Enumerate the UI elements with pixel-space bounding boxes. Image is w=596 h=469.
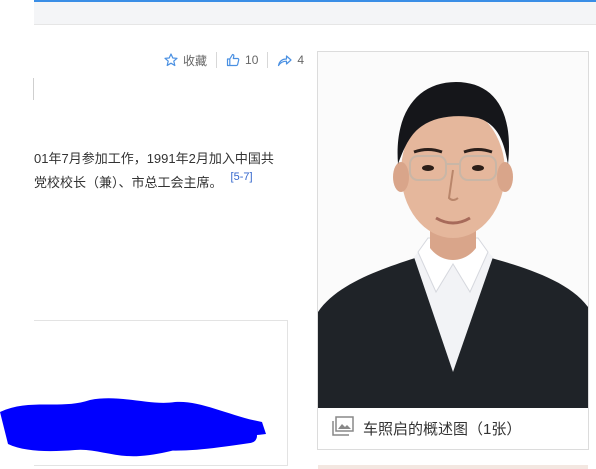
- share-icon: [277, 53, 292, 67]
- divider: [267, 52, 269, 68]
- top-nav-bar: [34, 0, 596, 25]
- portrait-photo[interactable]: [318, 52, 588, 408]
- thumbs-up-icon: [226, 53, 240, 67]
- share-button[interactable]: 4: [277, 53, 304, 67]
- album-caption[interactable]: 车照启的概述图（1张）: [318, 408, 588, 449]
- divider: [216, 52, 218, 68]
- summary-album[interactable]: 车照启的概述图（1张）: [317, 51, 589, 450]
- paragraph-text: 党校校长（兼）、市总工会主席。: [34, 175, 223, 190]
- share-count: 4: [297, 53, 305, 67]
- favorite-button[interactable]: 收藏: [164, 52, 207, 69]
- star-icon: [164, 53, 178, 67]
- redaction-scribble: [0, 398, 266, 457]
- section-marker: [33, 78, 34, 100]
- like-button[interactable]: 10: [226, 53, 258, 67]
- album-caption-text: 车照启的概述图（1张）: [363, 421, 522, 438]
- favorite-label: 收藏: [183, 53, 208, 68]
- action-bar: 收藏 10 4: [164, 50, 304, 70]
- paragraph-line: 01年7月参加工作，1991年2月加入中国共: [34, 151, 274, 166]
- footer-strip: [318, 465, 588, 469]
- image-gallery-icon: [332, 416, 354, 441]
- paragraph-line: 党校校长（兼）、市总工会主席。 [5-7]: [34, 171, 296, 195]
- reference-link[interactable]: [5-7]: [231, 171, 253, 183]
- like-count: 10: [245, 53, 259, 67]
- article-paragraph: 01年7月参加工作，1991年2月加入中国共 党校校长（兼）、市总工会主席。 [5…: [34, 147, 296, 195]
